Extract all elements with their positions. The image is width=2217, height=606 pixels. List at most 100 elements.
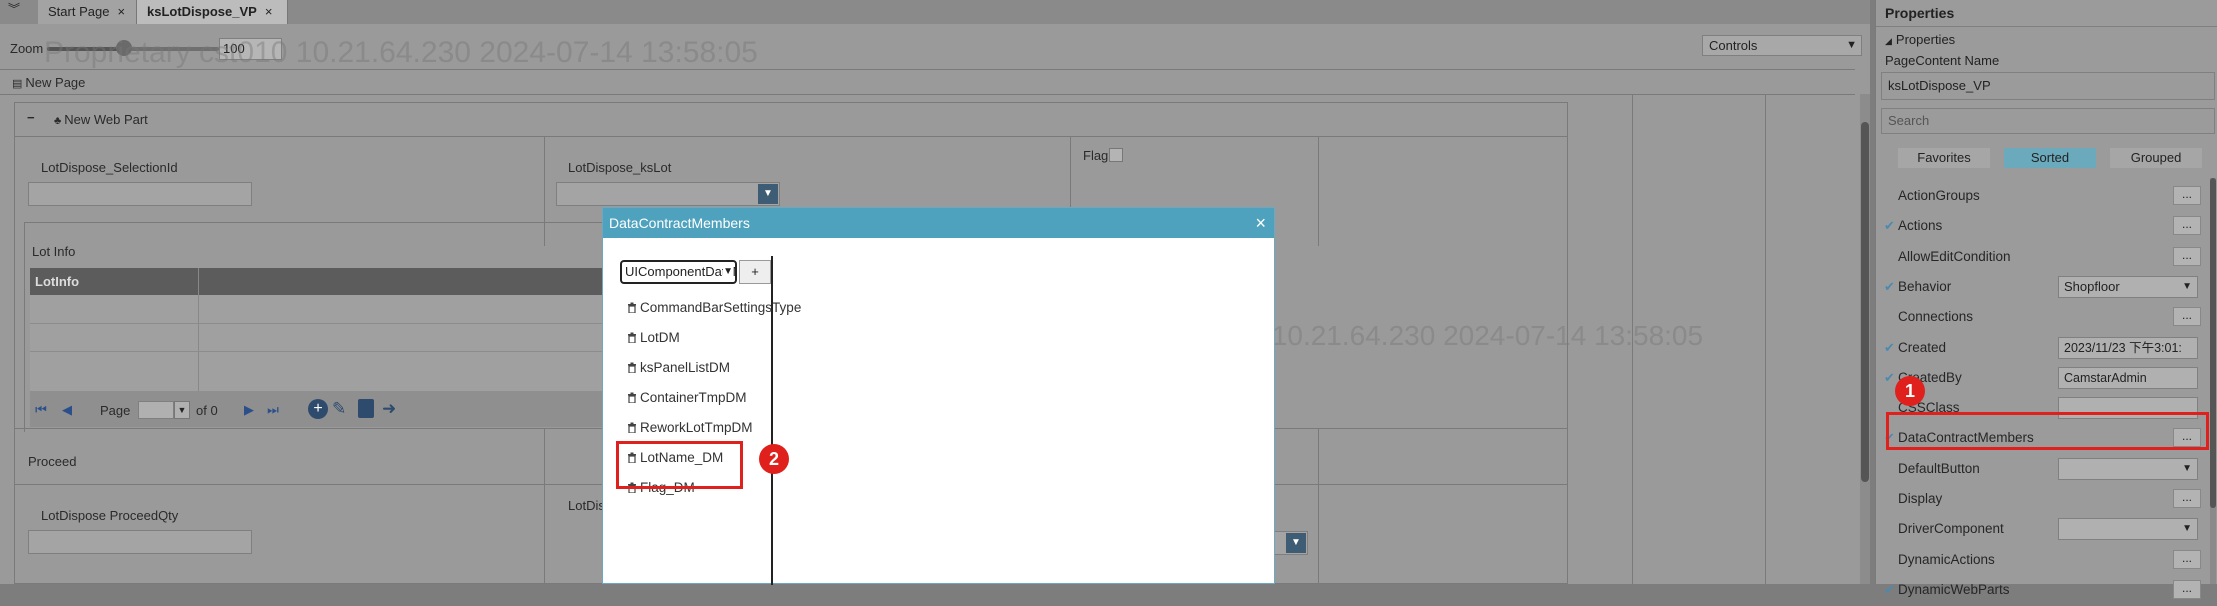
data-contract-members-dialog: DataContractMembers × UIComponentDataMe …: [602, 207, 1275, 585]
property-label: Behavior: [1898, 278, 1952, 294]
member-item[interactable]: ReworkLotTmpDM: [627, 420, 753, 435]
scrollbar-thumb[interactable]: [2210, 178, 2216, 508]
tab-label: ksLotDispose_VP: [147, 4, 257, 19]
add-icon[interactable]: +: [308, 399, 328, 419]
property-row[interactable]: DynamicActions...: [1876, 548, 2210, 576]
property-row[interactable]: ✔ CreatedBy CamstarAdmin: [1876, 366, 2210, 394]
flag-checkbox[interactable]: [1109, 148, 1123, 162]
member-item[interactable]: LotDM: [627, 330, 680, 345]
pagecontent-name-input[interactable]: ksLotDispose_VP: [1881, 72, 2215, 100]
ellipsis-button[interactable]: ...: [2173, 489, 2201, 508]
new-page-button[interactable]: ▤ New Page: [12, 75, 85, 90]
page-of-label: of 0: [196, 403, 218, 418]
chevron-down-icon: ▼: [1846, 39, 1857, 51]
property-dropdown[interactable]: ▼: [2058, 518, 2198, 541]
next-page-icon[interactable]: ▶: [242, 402, 256, 418]
page-number-input[interactable]: [138, 401, 174, 419]
last-page-icon[interactable]: ⏭: [266, 402, 280, 418]
properties-title: Properties: [1885, 5, 1955, 21]
proceed-qty-input[interactable]: [28, 530, 252, 554]
document-tab-strip: ︾ Start Page × ksLotDispose_VP ×: [0, 0, 1870, 25]
properties-scrollbar[interactable]: [2210, 178, 2216, 584]
chevron-down-icon[interactable]: ▼: [1286, 533, 1306, 553]
trash-icon[interactable]: [627, 302, 637, 313]
first-page-icon[interactable]: ⏮: [34, 402, 48, 418]
column-divider: [1765, 94, 1766, 584]
member-item[interactable]: CommandBarSettingsType: [627, 300, 801, 315]
property-dropdown[interactable]: Shopfloor ▼: [2058, 275, 2198, 298]
tab-grouped[interactable]: Grouped: [2110, 148, 2202, 168]
property-row[interactable]: DriverComponent ▼: [1876, 517, 2210, 545]
selection-id-input[interactable]: [28, 182, 252, 206]
data-member-select[interactable]: UIComponentDataMe ▼: [620, 260, 737, 284]
properties-section[interactable]: ◢ Properties: [1885, 32, 1955, 47]
divider: [0, 94, 1855, 95]
chevron-down-icon[interactable]: ▼: [758, 184, 778, 204]
grid-line: [1318, 428, 1319, 584]
member-item[interactable]: ContainerTmpDM: [627, 390, 747, 405]
add-member-button[interactable]: +: [739, 260, 771, 284]
trash-icon[interactable]: [627, 422, 637, 433]
collapse-icon[interactable]: −: [27, 110, 35, 125]
edit-icon[interactable]: ✎: [332, 399, 346, 419]
flag-label: Flag: [1083, 148, 1109, 163]
close-icon[interactable]: ×: [265, 4, 273, 19]
property-dropdown[interactable]: ▼: [2058, 457, 2198, 480]
trash-icon[interactable]: [627, 332, 637, 343]
divider: [1876, 26, 2217, 27]
property-row[interactable]: AllowEditCondition...: [1876, 245, 2210, 273]
web-part-title: New Web Part: [64, 112, 148, 127]
property-value[interactable]: CamstarAdmin: [2058, 366, 2198, 389]
row-separator: [30, 323, 610, 324]
trash-icon[interactable]: [627, 392, 637, 403]
delete-icon[interactable]: [358, 399, 374, 418]
ellipsis-button[interactable]: ...: [2173, 549, 2201, 569]
ellipsis-button[interactable]: ...: [2173, 307, 2201, 327]
highlight-box-datacontract: [1886, 412, 2209, 450]
controls-select[interactable]: Controls ▼: [1702, 35, 1862, 56]
lotinfo-column-header[interactable]: LotInfo: [35, 268, 79, 295]
property-row[interactable]: ✔ Actions...: [1876, 214, 2210, 242]
member-label: LotDM: [640, 330, 680, 345]
property-value[interactable]: 2023/11/23 下午3:01:: [2058, 336, 2198, 359]
chevron-down-icon[interactable]: ▼: [174, 401, 190, 419]
close-icon[interactable]: ×: [1255, 208, 1266, 238]
tab-kslotdispose-vp[interactable]: ksLotDispose_VP ×: [137, 0, 288, 24]
member-label: CommandBarSettingsType: [640, 300, 802, 315]
member-label: ksPanelListDM: [640, 360, 731, 375]
tab-sorted[interactable]: Sorted: [2004, 148, 2096, 168]
ellipsis-button[interactable]: ...: [2173, 579, 2201, 599]
proceed-label: Proceed: [28, 454, 77, 469]
column-separator: [198, 295, 199, 391]
tab-menu-icon[interactable]: ︾: [8, 0, 38, 24]
lot-info-grid-body[interactable]: [30, 295, 610, 391]
property-row[interactable]: ✔ Created 2023/11/23 下午3:01:: [1876, 336, 2210, 364]
ellipsis-button[interactable]: ...: [2173, 216, 2201, 236]
trash-icon[interactable]: [627, 362, 637, 373]
ellipsis-button[interactable]: ...: [2173, 246, 2201, 266]
modified-check-icon: ✔: [1884, 581, 1895, 597]
property-row[interactable]: Display...: [1876, 487, 2210, 515]
scrollbar-thumb[interactable]: [1861, 122, 1869, 482]
property-row[interactable]: DefaultButton ▼: [1876, 457, 2210, 485]
tab-start-page[interactable]: Start Page ×: [38, 0, 137, 24]
property-label: Connections: [1898, 309, 1974, 325]
property-row[interactable]: ✔ Behavior Shopfloor ▼: [1876, 275, 2210, 303]
property-row[interactable]: ✔ DynamicWebParts...: [1876, 578, 2210, 606]
export-icon[interactable]: ➜: [382, 399, 396, 419]
member-item[interactable]: ksPanelListDM: [627, 360, 730, 375]
properties-search-input[interactable]: Search: [1881, 108, 2215, 134]
kslot-dropdown[interactable]: ▼: [556, 182, 780, 206]
dialog-title-bar[interactable]: DataContractMembers ×: [603, 208, 1274, 238]
modified-check-icon: ✔: [1884, 339, 1895, 355]
prev-page-icon[interactable]: ◀: [60, 402, 74, 418]
close-icon[interactable]: ×: [117, 4, 125, 19]
dialog-title: DataContractMembers: [609, 215, 750, 231]
property-row[interactable]: Connections...: [1876, 305, 2210, 333]
tab-favorites[interactable]: Favorites: [1898, 148, 1990, 168]
property-value: Shopfloor: [2064, 278, 2120, 294]
property-label: DynamicWebParts: [1898, 581, 2010, 597]
property-row[interactable]: ActionGroups...: [1876, 184, 2210, 212]
ellipsis-button[interactable]: ...: [2173, 186, 2201, 205]
designer-scrollbar[interactable]: [1860, 94, 1870, 584]
